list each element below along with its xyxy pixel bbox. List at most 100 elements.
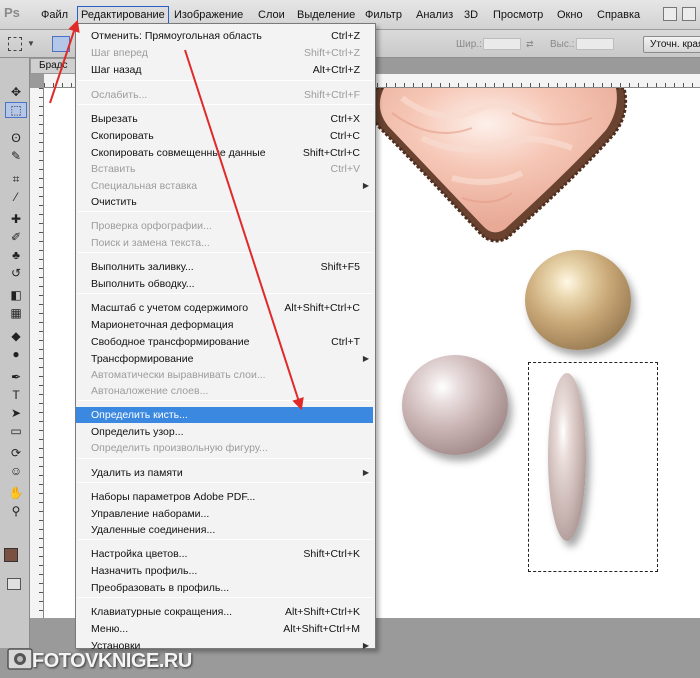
lasso-tool-icon[interactable]: ʘ [5,130,27,146]
menu-separator [78,482,373,483]
menu-analysis[interactable]: Анализ [413,6,456,24]
type-tool-icon[interactable]: T [5,387,27,403]
menu-item-label: Удаленные соединения... [91,524,216,536]
menu-edit[interactable]: Редактирование [77,6,169,24]
menu-item-step-backward[interactable]: Шаг назад Alt+Ctrl+Z [76,62,375,78]
menu-item-remote-connections[interactable]: Удаленные соединения... [76,522,375,538]
menu-item-label: Определить произвольную фигуру... [91,442,268,454]
eyedropper-tool-icon[interactable]: ⁄ [5,189,27,205]
menu-item-copy-merged[interactable]: Скопировать совмещенные данные Shift+Ctrl… [76,145,375,161]
menu-item-copy[interactable]: Скопировать Ctrl+C [76,128,375,144]
eraser-tool-icon[interactable]: ◧ [5,287,27,303]
menu-item-label: Вырезать [91,113,138,125]
refine-edge-button[interactable]: Уточн. края [643,36,700,53]
menu-item-undo[interactable]: Отменить: Прямоугольная область Ctrl+Z [76,28,375,44]
chevron-down-icon[interactable]: ▼ [27,39,35,48]
menu-item-shortcut: Shift+F5 [320,261,360,273]
marquee-selection[interactable] [528,362,658,572]
menu-item-adobe-pdf-presets[interactable]: Наборы параметров Adobe PDF... [76,489,375,505]
swap-icon[interactable]: ⇄ [526,39,534,50]
3d-orbit-tool-icon[interactable]: ☺ [5,463,27,479]
menu-item-shortcut: Alt+Shift+Ctrl+M [283,623,360,635]
menu-separator [78,211,373,212]
quick-select-tool-icon[interactable]: ✎ [5,148,27,164]
menu-item-color-settings[interactable]: Настройка цветов... Shift+Ctrl+K [76,546,375,562]
new-selection-icon[interactable] [52,36,70,52]
menu-item-label: Автоналожение слоев... [91,385,209,397]
menu-item-shortcut: Ctrl+Z [331,30,360,42]
menu-item-check-spelling: Проверка орфографии... [76,218,375,234]
menu-item-label: Назначить профиль... [91,565,198,577]
hand-tool-icon[interactable]: ✋ [5,485,27,501]
menu-item-shortcut: Shift+Ctrl+F [303,89,360,101]
menu-item-paste: Вставить Ctrl+V [76,161,375,177]
quick-mask-icon[interactable] [7,578,21,590]
menu-item-purge[interactable]: Удалить из памяти ▶ [76,465,375,481]
menu-item-step-forward: Шаг вперед Shift+Ctrl+Z [76,45,375,61]
menu-item-label: Вставить [91,163,136,175]
menu-separator [78,80,373,81]
menu-window[interactable]: Окно [554,6,586,24]
menu-item-define-brush[interactable]: Определить кисть... [76,407,373,423]
menu-separator [78,539,373,540]
photoshop-logo: Ps [4,5,20,20]
menu-item-free-transform[interactable]: Свободное трансформирование Ctrl+T [76,334,375,350]
menu-item-keyboard-shortcuts[interactable]: Клавиатурные сокращения... Alt+Shift+Ctrl… [76,604,375,620]
move-tool-icon[interactable]: ✥ [5,84,27,100]
dodge-tool-icon[interactable]: ● [5,346,27,362]
menu-item-content-aware-scale[interactable]: Масштаб с учетом содержимого Alt+Shift+Ct… [76,300,375,316]
gold-bead [525,250,631,350]
menu-item-menus[interactable]: Меню... Alt+Shift+Ctrl+M [76,621,375,637]
marquee-preset-icon[interactable] [8,37,22,51]
menu-item-shortcut: Alt+Shift+Ctrl+C [284,302,360,314]
menu-item-shortcut: Ctrl+T [331,336,360,348]
history-brush-tool-icon[interactable]: ↺ [5,265,27,281]
marquee-tool-icon[interactable]: ⬚ [5,102,27,118]
menu-item-clear[interactable]: Очистить [76,194,375,210]
submenu-arrow-icon: ▶ [362,181,369,190]
menu-item-shortcut: Ctrl+X [330,113,360,125]
menu-3d[interactable]: 3D [461,6,481,24]
menu-item-cut[interactable]: Вырезать Ctrl+X [76,111,375,127]
menu-filter[interactable]: Фильтр [362,6,405,24]
menu-select[interactable]: Выделение [294,6,358,24]
width-field[interactable] [483,38,521,50]
menu-image[interactable]: Изображение [171,6,246,24]
menu-item-label: Очистить [91,196,137,208]
document-tab[interactable]: Брадс [30,58,80,74]
shape-tool-icon[interactable]: ▭ [5,423,27,439]
menu-item-label: Проверка орфографии... [91,220,212,232]
gradient-tool-icon[interactable]: ▦ [5,305,27,321]
bridge-icon[interactable] [663,7,677,21]
menu-item-stroke[interactable]: Выполнить обводку... [76,276,375,292]
menu-item-assign-profile[interactable]: Назначить профиль... [76,563,375,579]
pen-tool-icon[interactable]: ✒ [5,369,27,385]
menu-layers[interactable]: Слои [255,6,288,24]
height-label: Выс.: [550,39,575,50]
clone-stamp-tool-icon[interactable]: ♣ [5,247,27,263]
menu-item-fill[interactable]: Выполнить заливку... Shift+F5 [76,259,375,275]
healing-brush-tool-icon[interactable]: ✚ [5,211,27,227]
foreground-color-swatch[interactable] [4,548,18,562]
menu-item-convert-to-profile[interactable]: Преобразовать в профиль... [76,580,375,596]
brush-tool-icon[interactable]: ✐ [5,229,27,245]
crop-tool-icon[interactable]: ⌗ [5,171,27,187]
menu-item-label: Удалить из памяти [91,467,183,479]
height-field[interactable] [576,38,614,50]
menu-help[interactable]: Справка [594,6,643,24]
menu-separator [78,293,373,294]
menu-item-label: Настройка цветов... [91,548,188,560]
menu-view[interactable]: Просмотр [490,6,546,24]
menu-item-transform[interactable]: Трансформирование ▶ [76,351,375,367]
menu-item-auto-blend-layers: Автоналожение слоев... [76,383,375,399]
path-select-tool-icon[interactable]: ➤ [5,405,27,421]
menu-item-define-pattern[interactable]: Определить узор... [76,424,375,440]
menu-item-puppet-warp[interactable]: Марионеточная деформация [76,317,375,333]
edit-menu-dropdown: Отменить: Прямоугольная область Ctrl+Z Шаг… [75,23,376,652]
blur-tool-icon[interactable]: ◆ [5,328,27,344]
mini-bridge-icon[interactable] [682,7,696,21]
zoom-tool-icon[interactable]: ⚲ [5,503,27,519]
menu-file[interactable]: Файл [38,6,71,24]
3d-rotate-tool-icon[interactable]: ⟳ [5,445,27,461]
menu-item-preset-manager[interactable]: Управление наборами... [76,506,375,522]
